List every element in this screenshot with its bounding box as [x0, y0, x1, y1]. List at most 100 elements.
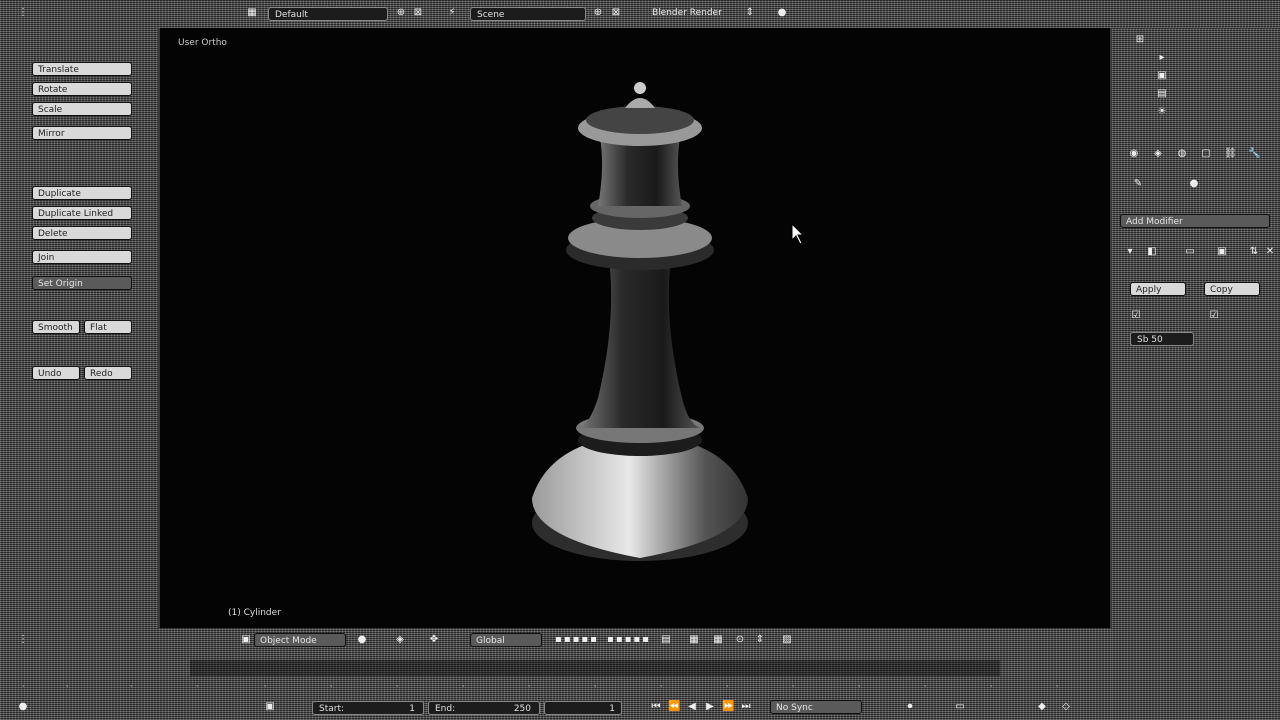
manipulator-icon[interactable]: ✥ [428, 634, 440, 646]
object-label: (1) Cylinder [228, 608, 281, 618]
viewport-header: ⋮ ▣ Object Mode ● ◈ ✥ Global ▪▪▪▪▪ ▪▪▪▪▪… [0, 628, 1112, 652]
modifier-type-icon: ◧ [1147, 246, 1157, 257]
frame-tick: · [22, 682, 25, 691]
screen-layout-field[interactable]: Default [268, 7, 388, 21]
constraints-tab-icon[interactable]: ⛓ [1224, 148, 1237, 160]
snap-element-icon[interactable]: ▨ [774, 634, 800, 646]
end-frame-value: 250 [513, 704, 531, 714]
end-frame-field[interactable]: End: 250 [428, 701, 540, 715]
add-modifier-select[interactable]: Add Modifier [1120, 214, 1270, 228]
object-mode-select[interactable]: Object Mode [254, 633, 346, 647]
snap-target-icon[interactable]: ⇕ [754, 634, 766, 646]
world-tab-icon[interactable]: ◍ [1176, 148, 1188, 160]
render-anim-icon[interactable]: ▦ [712, 634, 724, 646]
frame-tick: · [196, 682, 199, 691]
jump-start-icon[interactable]: ⏮ [650, 701, 662, 713]
flat-button[interactable]: Flat [84, 320, 132, 334]
frame-tick: · [1056, 682, 1059, 691]
subdiv-field[interactable]: Sb 50 [1130, 332, 1194, 346]
translate-button[interactable]: Translate [32, 62, 132, 76]
editor-type-icon[interactable]: ⋮ [16, 7, 30, 19]
expand-modifier-icon[interactable]: ▾ [1124, 246, 1136, 258]
sync-mode-select[interactable]: No Sync [770, 700, 862, 714]
join-button[interactable]: Join [32, 250, 132, 264]
move-modifier-icon[interactable]: ⇅ [1248, 246, 1260, 258]
object-tab-icon[interactable]: ▢ [1200, 148, 1212, 160]
frame-tick: · [726, 682, 729, 691]
lamp-icon[interactable]: ☀ [1156, 106, 1168, 118]
undo-button[interactable]: Undo [32, 366, 80, 380]
set-origin-select[interactable]: Set Origin [32, 276, 132, 290]
frame-tick: · [990, 682, 993, 691]
redo-button[interactable]: Redo [84, 366, 132, 380]
3d-viewport[interactable]: User Ortho (1) Cylinder [160, 28, 1110, 628]
scene-field[interactable]: Scene [470, 7, 586, 21]
scene-tab-icon[interactable]: ◈ [1152, 148, 1164, 160]
transform-orientation-select[interactable]: Global [470, 633, 542, 647]
top-info-bar: ⋮ ▦ Default ⊕ ⊠ ⚡ Scene ⊕ ⊠ Blender Rend… [0, 0, 1280, 28]
apply-button[interactable]: Apply [1130, 282, 1186, 296]
scale-button[interactable]: Scale [32, 102, 132, 116]
modifiers-tab-icon[interactable]: 🔧 [1248, 148, 1260, 160]
frame-tick: · [858, 682, 861, 691]
frame-tick: · [130, 682, 133, 691]
modifier-name-field[interactable]: ▭ [1170, 246, 1210, 258]
checkbox-a[interactable]: ☑ [1130, 310, 1142, 322]
frame-tick: · [660, 682, 663, 691]
preview-range-icon[interactable]: ▣ [264, 701, 276, 713]
layer-buttons-2[interactable]: ▪▪▪▪▪ [604, 634, 654, 646]
engine-dropdown-icon[interactable]: ⇕ [745, 7, 755, 19]
properties-editor: ⊞ ▸ ▣ ▤ ☀ ◉ ◈ ◍ ▢ ⛓ 🔧 ✎ ● Add Modifier ▾… [1112, 28, 1280, 720]
object-mode-icon: ▣ [241, 634, 251, 645]
checkbox-b[interactable]: ☑ [1208, 310, 1220, 322]
copy-button[interactable]: Copy [1204, 282, 1260, 296]
layer-lock-icon[interactable]: ▤ [660, 634, 672, 646]
frame-tick: · [66, 682, 69, 691]
current-frame-field[interactable]: 1 [544, 701, 622, 715]
render-tab-icon[interactable]: ◉ [1128, 148, 1140, 160]
insert-keyframe-icon[interactable]: ◆ [1036, 701, 1048, 713]
remove-layout-icon[interactable]: ⊠ [412, 7, 424, 19]
duplicate-button[interactable]: Duplicate [32, 186, 132, 200]
camera-icon[interactable]: ▣ [1156, 70, 1168, 82]
frame-tick: · [330, 682, 333, 691]
keying-set-field[interactable]: ▭ [930, 701, 990, 713]
start-frame-field[interactable]: Start: 1 [312, 701, 424, 715]
render-preview-icon[interactable]: ▦ [688, 634, 700, 646]
scene-tree-icon[interactable]: ▸ [1156, 52, 1168, 64]
rotate-button[interactable]: Rotate [32, 82, 132, 96]
next-keyframe-icon[interactable]: ⏩ [722, 701, 734, 713]
close-modifier-icon[interactable]: ✕ [1264, 246, 1276, 258]
editor-type-icon-3d[interactable]: ⋮ [16, 634, 30, 646]
add-layout-icon[interactable]: ⊕ [395, 7, 407, 19]
outliner-filter-icon[interactable]: ⊞ [1134, 34, 1146, 46]
mirror-button[interactable]: Mirror [32, 126, 132, 140]
cylinder-object-icon[interactable]: ▤ [1156, 88, 1168, 100]
timeline-range[interactable] [190, 660, 1000, 676]
timeline-header: ● ▣ Start: 1 End: 250 1 ⏮ ⏪ ◀ ▶ ⏩ ⏭ No S… [0, 694, 1112, 720]
frame-tick: · [396, 682, 399, 691]
play-reverse-icon[interactable]: ◀ [686, 701, 698, 713]
layer-buttons-1[interactable]: ▪▪▪▪▪ [552, 634, 602, 646]
pivot-point-icon[interactable]: ◈ [394, 634, 406, 646]
duplicate-linked-button[interactable]: Duplicate Linked [32, 206, 132, 220]
scene-icon[interactable]: ⚡ [446, 7, 458, 19]
delete-button[interactable]: Delete [32, 226, 132, 240]
remove-scene-icon[interactable]: ⊠ [610, 7, 622, 19]
chess-queen-model[interactable] [160, 28, 1110, 628]
add-scene-icon[interactable]: ⊕ [592, 7, 604, 19]
editor-type-icon-timeline[interactable]: ● [16, 701, 30, 713]
play-icon[interactable]: ▶ [704, 701, 716, 713]
render-engine-select[interactable]: Blender Render [652, 8, 722, 18]
viewport-shading-icon[interactable]: ● [356, 634, 368, 646]
auto-keying-icon[interactable]: ⏺ [904, 701, 916, 713]
frame-tick: · [792, 682, 795, 691]
prev-keyframe-icon[interactable]: ⏪ [668, 701, 680, 713]
jump-end-icon[interactable]: ⏭ [740, 701, 752, 713]
timeline[interactable] [0, 652, 1112, 694]
realtime-toggle-icon[interactable]: ▣ [1216, 246, 1228, 258]
snap-icon[interactable]: ⊙ [734, 634, 746, 646]
screen-layout-icon[interactable]: ▦ [246, 7, 258, 19]
smooth-button[interactable]: Smooth [32, 320, 80, 334]
delete-keyframe-icon[interactable]: ◇ [1060, 701, 1072, 713]
